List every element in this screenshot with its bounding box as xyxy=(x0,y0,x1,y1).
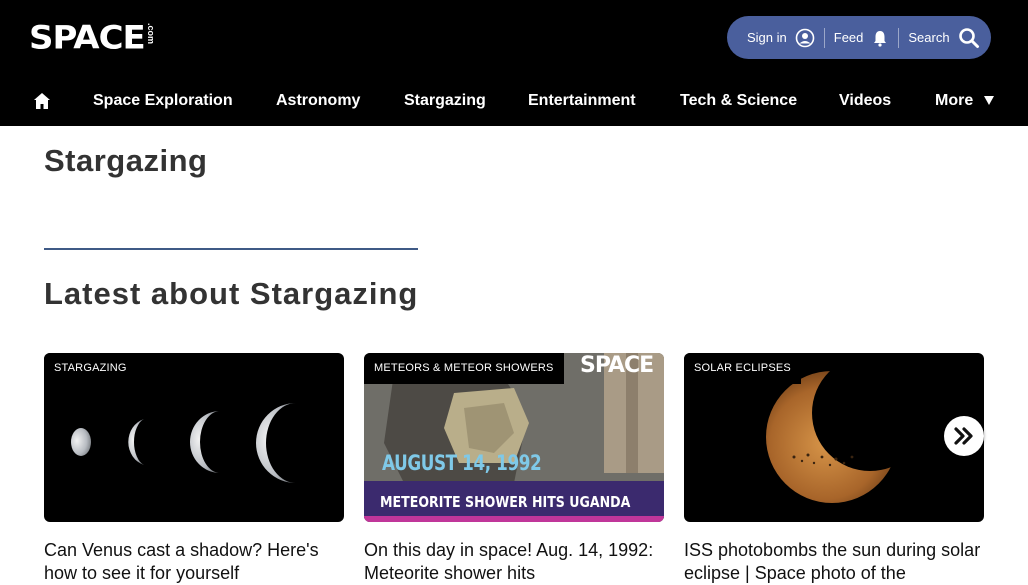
video-caption-overlay: METEORITE SHOWER HITS UGANDA xyxy=(380,493,631,511)
nav-tech-science[interactable]: Tech & Science xyxy=(680,92,797,110)
home-icon[interactable] xyxy=(33,92,51,115)
feed-button[interactable]: Feed xyxy=(834,29,890,47)
nav-astronomy[interactable]: Astronomy xyxy=(276,92,360,110)
sign-in-button[interactable]: Sign in xyxy=(747,28,815,48)
nav-videos[interactable]: Videos xyxy=(839,92,891,110)
main-nav: Space Exploration Astronomy Stargazing E… xyxy=(0,76,1028,126)
article-title[interactable]: On this day in space! Aug. 14, 1992: Met… xyxy=(364,539,664,585)
section-title: Latest about Stargazing xyxy=(44,276,419,311)
nav-more[interactable]: More xyxy=(935,92,973,110)
sign-in-label: Sign in xyxy=(747,30,787,45)
video-date-overlay: AUGUST 14, 1992 xyxy=(382,451,542,475)
category-tag[interactable]: STARGAZING xyxy=(44,353,137,384)
nav-entertainment[interactable]: Entertainment xyxy=(528,92,636,110)
user-actions-pill: Sign in Feed Search xyxy=(727,16,991,59)
search-button[interactable]: Search xyxy=(908,27,979,49)
caret-down-icon[interactable] xyxy=(984,96,994,105)
nav-stargazing[interactable]: Stargazing xyxy=(404,92,486,110)
article-thumbnail[interactable]: METEORS & METEOR SHOWERS SPACE AUGUST 14… xyxy=(364,353,664,522)
feed-label: Feed xyxy=(833,30,864,45)
article-title[interactable]: ISS photobombs the sun during solar ecli… xyxy=(684,539,984,585)
article-card[interactable]: SOLAR ECLIPSES ISS photobombs the sun du… xyxy=(684,353,984,585)
site-header: SPACE .com Sign in Feed Search xyxy=(0,0,1028,76)
section-divider xyxy=(44,248,418,250)
pill-divider xyxy=(823,27,825,48)
article-card[interactable]: METEORS & METEOR SHOWERS SPACE AUGUST 14… xyxy=(364,353,664,585)
search-label: Search xyxy=(908,30,950,45)
article-thumbnail[interactable]: SOLAR ECLIPSES xyxy=(684,353,984,522)
pill-divider xyxy=(898,27,900,48)
category-tag[interactable]: METEORS & METEOR SHOWERS xyxy=(364,353,564,384)
article-title[interactable]: Can Venus cast a shadow? Here's how to s… xyxy=(44,539,344,585)
site-logo[interactable]: SPACE .com xyxy=(29,20,156,56)
bell-icon xyxy=(874,30,887,47)
article-thumbnail[interactable]: STARGAZING xyxy=(44,353,344,522)
double-chevron-right-icon xyxy=(954,427,973,445)
logo-suffix: .com xyxy=(145,23,156,45)
nav-space-exploration[interactable]: Space Exploration xyxy=(93,92,233,110)
category-tag[interactable]: SOLAR ECLIPSES xyxy=(684,353,801,384)
video-logo: SPACE xyxy=(580,353,654,378)
user-icon xyxy=(795,28,815,47)
page-title: Stargazing xyxy=(44,143,208,178)
logo-text: SPACE xyxy=(29,19,146,57)
article-card[interactable]: STARGAZING Can Venus cast a shadow? Here… xyxy=(44,353,344,585)
carousel-next-button[interactable] xyxy=(944,416,984,456)
search-icon xyxy=(958,27,979,48)
